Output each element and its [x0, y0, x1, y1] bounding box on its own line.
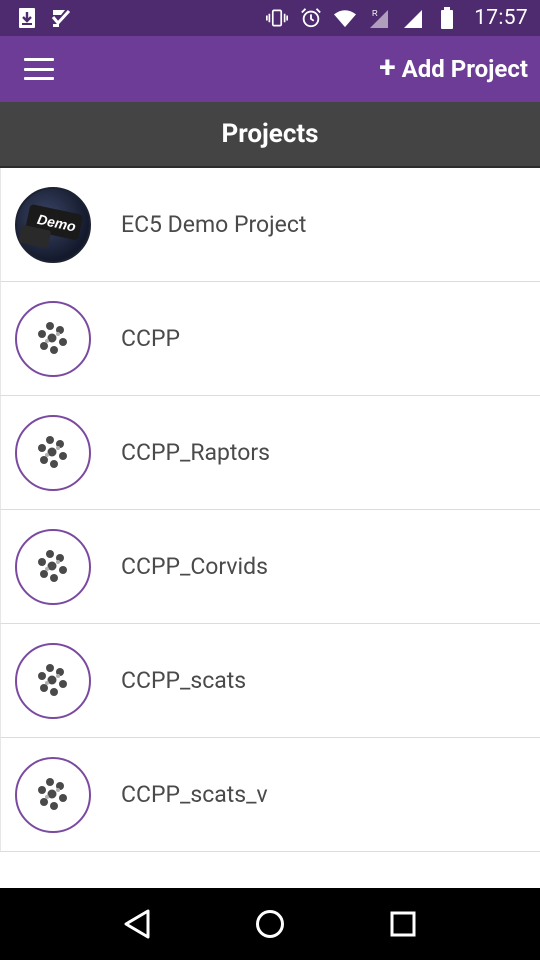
system-nav-bar — [0, 888, 540, 960]
project-item-ccpp-raptors[interactable]: CCPP_Raptors — [0, 396, 540, 510]
wifi-icon — [334, 7, 357, 29]
add-project-label: Add Project — [401, 55, 528, 83]
status-bar: R 17:57 — [0, 0, 540, 36]
battery-icon — [436, 7, 458, 29]
hamburger-menu-icon[interactable] — [24, 55, 56, 83]
status-right: R 17:57 — [266, 6, 528, 30]
back-icon[interactable] — [117, 904, 157, 944]
project-name: CCPP_scats — [121, 667, 247, 694]
project-name: CCPP_Corvids — [121, 553, 268, 580]
home-icon[interactable] — [250, 904, 290, 944]
default-project-logo-icon — [15, 528, 91, 605]
task-check-icon — [50, 7, 72, 29]
signal-icon — [402, 7, 424, 29]
app-bar: + Add Project — [0, 36, 540, 102]
status-time: 17:57 — [474, 6, 528, 30]
demo-project-logo: Demo — [15, 186, 91, 263]
project-name: EC5 Demo Project — [121, 211, 307, 238]
plus-icon: + — [379, 49, 396, 85]
vibrate-icon — [266, 7, 289, 29]
project-name: CCPP — [121, 325, 180, 352]
default-project-logo-icon — [15, 642, 91, 719]
svg-text:R: R — [372, 9, 378, 18]
status-left — [16, 7, 72, 29]
recents-icon[interactable] — [383, 904, 423, 944]
alarm-icon — [300, 7, 322, 29]
default-project-logo-icon — [15, 756, 91, 833]
signal-roaming-icon: R — [368, 7, 390, 29]
project-item-ccpp-scats-v[interactable]: CCPP_scats_v — [0, 738, 540, 852]
add-project-button[interactable]: + Add Project — [379, 49, 528, 85]
project-list: Demo EC5 Demo Project CCPP CCPP_Raptors … — [0, 168, 540, 852]
project-name: CCPP_Raptors — [121, 439, 271, 466]
download-icon — [16, 7, 38, 29]
default-project-logo-icon — [15, 414, 91, 491]
project-name: CCPP_scats_v — [121, 781, 268, 808]
page-title: Projects — [0, 102, 540, 168]
project-item-ccpp-scats[interactable]: CCPP_scats — [0, 624, 540, 738]
project-item-ccpp-corvids[interactable]: CCPP_Corvids — [0, 510, 540, 624]
default-project-logo-icon — [15, 300, 91, 377]
project-item-ccpp[interactable]: CCPP — [0, 282, 540, 396]
project-item-ec5-demo[interactable]: Demo EC5 Demo Project — [0, 168, 540, 282]
